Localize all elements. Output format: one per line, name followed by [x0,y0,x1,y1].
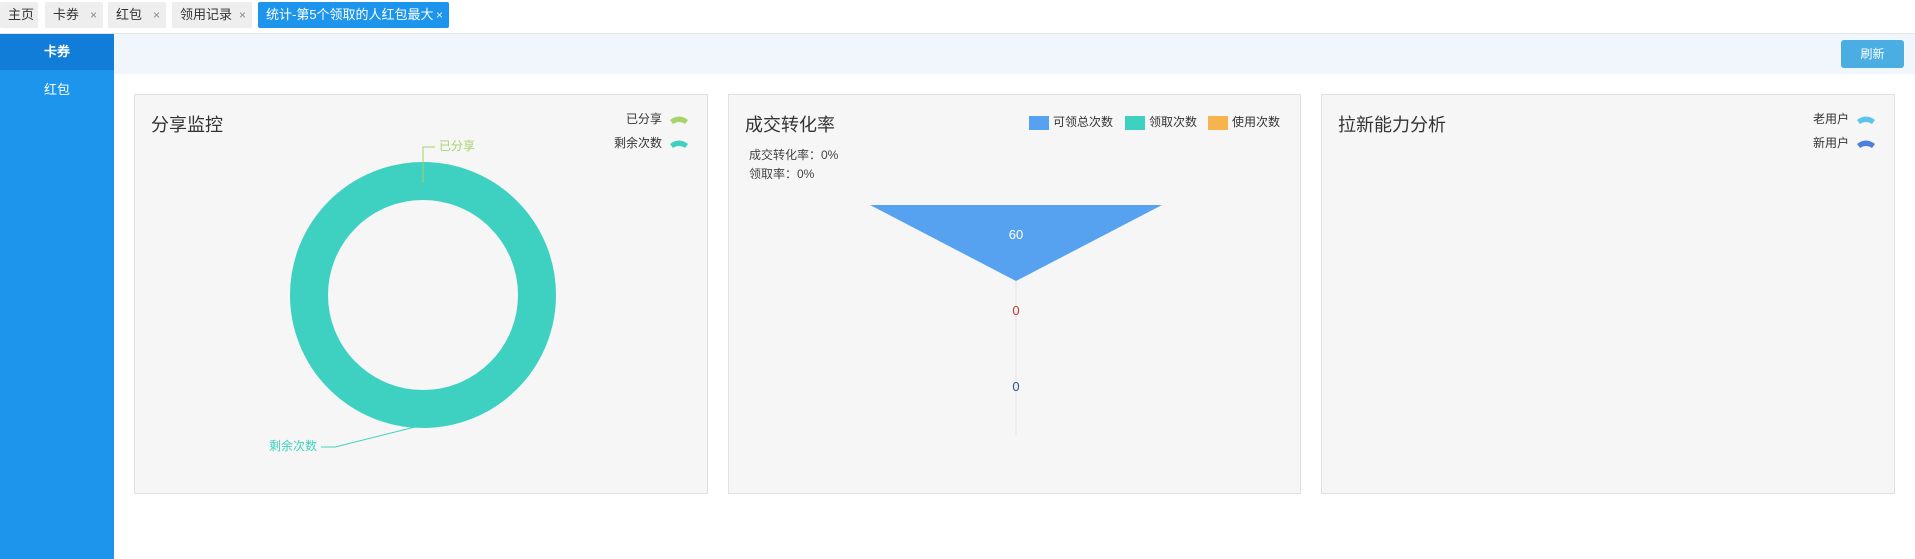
tab-label: 卡券 [53,7,80,22]
tab-claim-records[interactable]: 领用记录 × [172,2,252,28]
funnel-stage[interactable] [870,205,1162,281]
funnel-stage-label: 60 [1009,227,1023,242]
tab-label: 统计-第5个领取的人红包最大 [266,7,434,22]
share-monitor-panel: 分享监控 已分享 剩余次数 已分享 剩余次数 [134,94,708,494]
sidebar-item-cards[interactable]: 卡券 [0,34,114,70]
conversion-panel: 成交转化率 可领总次数 领取次数 使用次数 成交转化率：0% 领取率：0% 60… [728,94,1301,494]
tab-label: 领用记录 [180,7,233,22]
funnel-stage-label: 0 [1012,379,1019,394]
legend-label: 老用户 [1813,112,1850,126]
tab-home[interactable]: 主页 [0,2,38,28]
close-icon[interactable]: × [239,2,246,28]
close-icon[interactable]: × [153,2,160,28]
slice-label-shared: 已分享 [439,138,475,153]
funnel-stage-label: 0 [1012,303,1019,318]
legend-swatch-icon [1857,116,1876,124]
tab-redpacket[interactable]: 红包 × [108,2,166,28]
donut-ring-remaining [290,162,556,428]
legend-item-old-users[interactable]: 老用户 [1813,110,1876,127]
tab-label: 红包 [116,7,143,22]
tab-statistics[interactable]: 统计-第5个领取的人红包最大 × [258,2,449,28]
acquisition-panel: 拉新能力分析 老用户 新用户 [1321,94,1895,494]
sidebar-item-redpacket[interactable]: 红包 [0,72,114,108]
conversion-funnel-chart: 60 0 0 [870,205,1162,435]
label-line-remaining [321,424,424,448]
tab-label: 主页 [8,7,35,22]
slice-label-remaining: 剩余次数 [269,438,317,453]
tab-cards[interactable]: 卡券 × [45,2,103,28]
sidebar: 卡券 红包 [0,34,114,559]
close-icon[interactable]: × [90,2,97,28]
panel-title: 拉新能力分析 [1338,115,1446,135]
refresh-button[interactable]: 刷新 [1841,40,1904,68]
close-icon[interactable]: × [436,2,443,28]
share-donut-chart: 已分享 剩余次数 [269,138,556,453]
toolbar [114,34,1915,74]
legend-item-new-users[interactable]: 新用户 [1813,134,1876,151]
tab-bar: 主页 卡券 × 红包 × 领用记录 × 统计-第5个领取的人红包最大 × [0,0,1915,34]
legend-label: 新用户 [1813,136,1850,150]
legend-swatch-icon [1857,140,1876,148]
